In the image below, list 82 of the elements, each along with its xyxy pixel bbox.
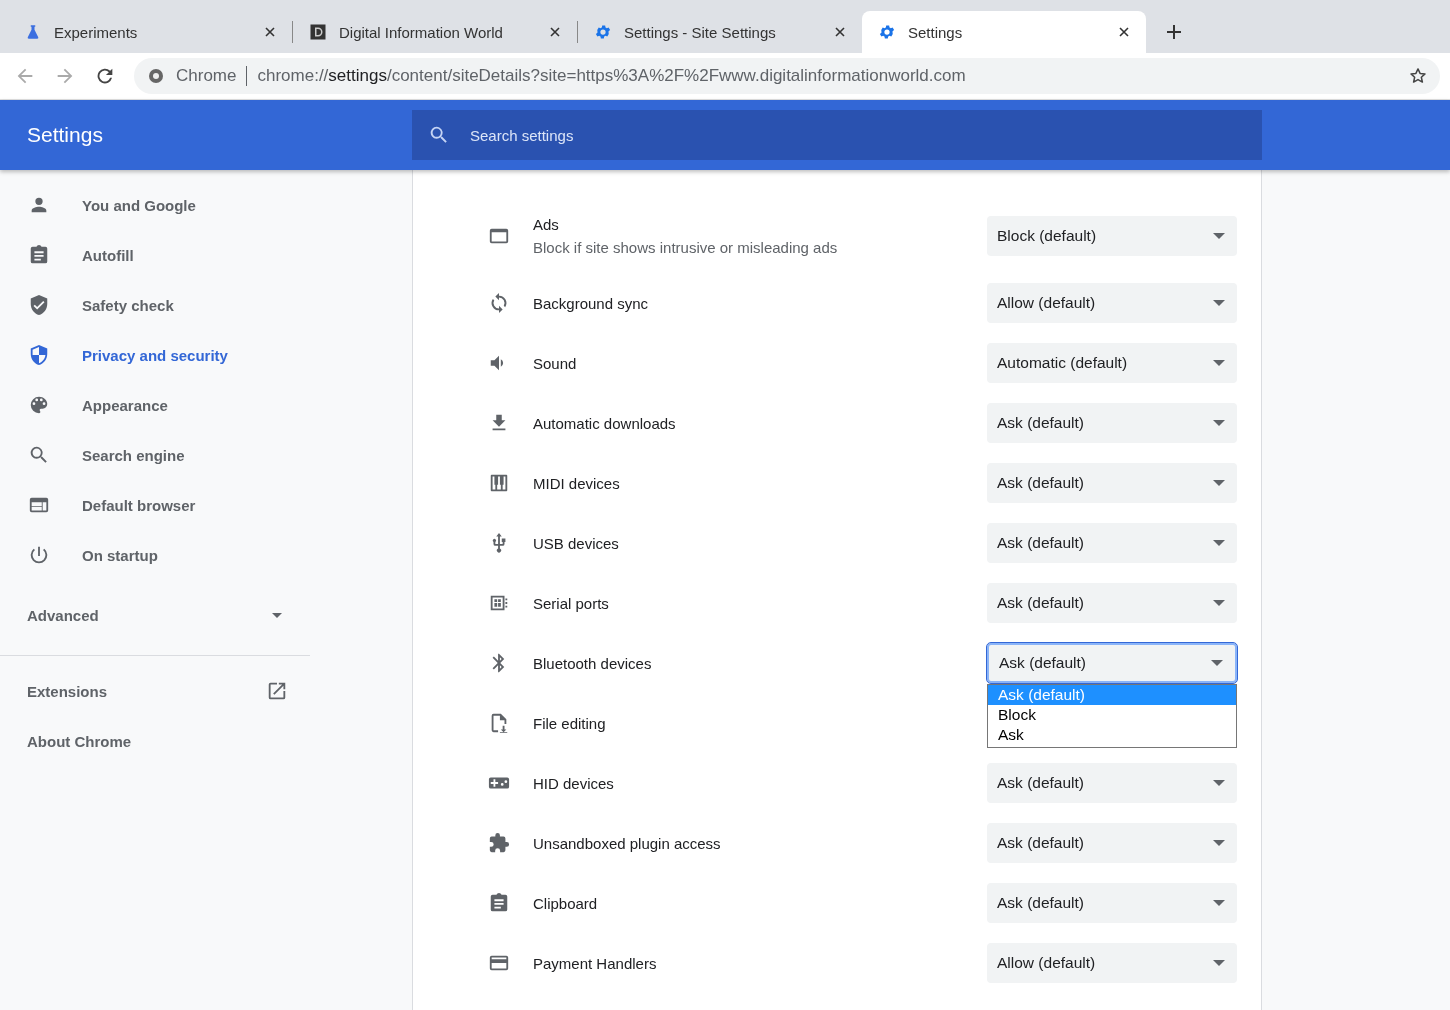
external-link-icon[interactable] [266,680,288,702]
permission-name: Sound [533,354,578,372]
permission-name: Serial ports [533,594,610,612]
permission-name: USB devices [533,534,620,552]
permission-name: MIDI devices [533,474,621,492]
browser-tab[interactable]: Digital Information World [293,11,577,53]
sidebar-item[interactable]: You and Google [0,180,310,230]
permission-dropdown[interactable]: Allow (default) [987,943,1237,983]
sidebar-item[interactable]: Default browser [0,480,310,530]
star-icon[interactable] [1408,66,1428,86]
close-icon[interactable] [1118,26,1130,38]
permission-dropdown[interactable]: Ask (default) [987,643,1237,683]
sidebar-link[interactable]: About Chrome [27,732,132,750]
caret-icon [1213,480,1225,486]
close-icon[interactable] [834,26,846,38]
permission-dropdown[interactable]: Ask (default) [987,883,1237,923]
close-icon[interactable] [549,26,561,38]
chrome-logo-icon [148,68,164,84]
puzzle-icon [488,832,510,854]
site-label: Chrome [176,66,237,86]
dropdown-option[interactable]: Ask [988,725,1236,745]
permission-name: Automatic downloads [533,414,677,432]
new-tab-icon[interactable] [1166,24,1182,40]
caret-icon [1213,840,1225,846]
address-bar[interactable]: Chrome chrome://settings/content/siteDetails?site=https%3A%2F%2Fwww.digitalinformationworld.com [134,58,1440,94]
search-field[interactable]: Search settings [412,110,1262,160]
page-title: Settings [26,123,104,147]
caret-icon [1213,900,1225,906]
sidebar-item[interactable]: Safety check [0,280,310,330]
caret-icon [1213,540,1225,546]
gear-icon [878,23,896,41]
sidebar-item[interactable]: On startup [0,530,310,580]
permission-dropdown[interactable]: Ask (default) [987,763,1237,803]
caret-icon[interactable] [272,612,282,618]
shield-check-icon [28,294,50,316]
permission-name: Unsandboxed plugin access [533,834,722,852]
url-text: chrome://settings/content/siteDetails?site=https%3A%2F%2Fwww.digitalinformationworld.com [257,66,967,86]
permission-dropdown[interactable]: Automatic (default) [987,343,1237,383]
dropdown-option[interactable]: Block [988,705,1236,725]
permission-description: Block if site shows intrusive or misleading ads [533,238,839,256]
piano-icon [488,472,510,494]
permission-dropdown[interactable]: Ask (default) [987,823,1237,863]
permission-dropdown[interactable]: Ask (default) [987,523,1237,563]
browser-tab[interactable]: Settings [862,11,1146,53]
permission-dropdown[interactable]: Block (default) [987,215,1237,256]
browser-tab[interactable]: Settings - Site Settings [578,11,862,53]
permission-dropdown[interactable]: Allow (default) [987,283,1237,323]
caret-icon [1213,780,1225,786]
caret-icon [1213,232,1225,239]
palette-icon [28,394,50,416]
search-icon [428,124,450,146]
permission-dropdown[interactable]: Ask (default) [987,463,1237,503]
sidebar-item[interactable]: Autofill [0,230,310,280]
permission-dropdown[interactable]: Ask (default) [987,403,1237,443]
caret-icon [1211,660,1223,666]
permission-name: Ads [533,215,560,233]
caret-icon [1213,300,1225,306]
browser-tab[interactable]: Experiments [8,11,292,53]
power-icon [28,544,50,566]
permission-name: Payment Handlers [533,954,658,972]
search-icon [28,444,50,466]
caret-icon [1213,960,1225,966]
permission-name: File editing [533,714,607,732]
gear-icon [594,23,612,41]
sidebar-item[interactable]: Privacy and security [0,330,310,380]
advanced-section[interactable]: Advanced [27,606,99,624]
sidebar-item[interactable]: Appearance [0,380,310,430]
close-icon[interactable] [264,26,276,38]
letter-icon [309,23,327,41]
permission-name: HID devices [533,774,615,792]
caret-icon [1213,420,1225,426]
caret-icon [1213,360,1225,366]
permission-dropdown[interactable]: Ask (default) [987,583,1237,623]
permission-name: Background sync [533,294,650,312]
clipboard-icon [28,244,50,266]
caret-icon [1213,600,1225,606]
permission-name: Clipboard [533,894,599,912]
shield-icon [28,344,50,366]
sidebar-item[interactable]: Search engine [0,430,310,480]
permission-name: Bluetooth devices [533,654,653,672]
clipboard-icon [488,892,510,914]
sidebar-link[interactable]: Extensions [27,682,108,700]
